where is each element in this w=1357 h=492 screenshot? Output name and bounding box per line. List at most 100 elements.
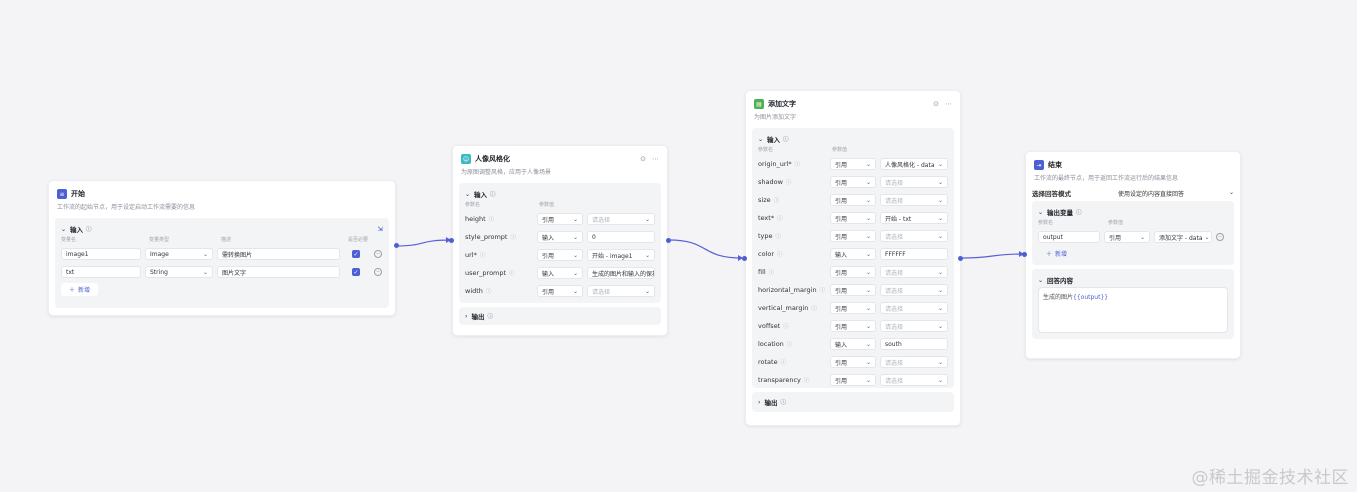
param-mode-select[interactable]: 引用 ⌄ bbox=[830, 194, 876, 206]
param-mode-select[interactable]: 引用 ⌄ bbox=[830, 320, 876, 332]
output-mode-select[interactable]: 引用 ⌄ bbox=[1104, 231, 1150, 243]
param-mode-select[interactable]: 输入 ⌄ bbox=[537, 267, 583, 279]
run-icon[interactable]: ⊙ bbox=[640, 155, 646, 163]
addtext-output-section[interactable]: › 输出 ⓘ bbox=[752, 392, 954, 412]
addtext-node[interactable]: ▤ 添加文字 ⊙ ⋯ 为图片添加文字 ⌄ 输入 ⓘ 参数名 参数值 origin_… bbox=[745, 90, 961, 426]
param-value-select[interactable]: 请选择 ⌄ bbox=[880, 302, 948, 314]
add-output-button[interactable]: ＋新增 bbox=[1038, 247, 1075, 260]
chevron-right-icon[interactable]: › bbox=[465, 313, 467, 320]
end-row: output 引用 ⌄ 添加文字 - data ⌄ − bbox=[1038, 228, 1228, 246]
chevron-down-icon[interactable]: ⌄ bbox=[61, 226, 66, 233]
required-checkbox[interactable]: ✓ bbox=[352, 268, 360, 276]
param-mode-select[interactable]: 引用 ⌄ bbox=[830, 302, 876, 314]
var-desc-input[interactable]: 图片文字 bbox=[217, 266, 340, 278]
param-mode-select[interactable]: 输入 ⌄ bbox=[830, 338, 876, 350]
param-mode-select[interactable]: 引用 ⌄ bbox=[830, 284, 876, 296]
addtext-colhead: 参数名 参数值 bbox=[758, 147, 848, 153]
var-type-select[interactable]: Image ⌄ bbox=[145, 248, 213, 260]
remove-icon[interactable]: − bbox=[374, 250, 382, 258]
var-type-select[interactable]: String ⌄ bbox=[145, 266, 213, 278]
param-mode-select[interactable]: 输入 ⌄ bbox=[537, 231, 583, 243]
chevron-down-icon[interactable]: ⌄ bbox=[1038, 277, 1043, 284]
param-value-select[interactable]: 请选择 ⌄ bbox=[880, 374, 948, 386]
run-icon[interactable]: ⊙ bbox=[933, 100, 939, 108]
var-desc-input[interactable]: 需转换图片 bbox=[217, 248, 340, 260]
param-mode-select[interactable]: 输入 ⌄ bbox=[830, 248, 876, 260]
param-value-select[interactable]: 请选择 ⌄ bbox=[880, 356, 948, 368]
output-value-select[interactable]: 添加文字 - data ⌄ bbox=[1154, 231, 1212, 243]
param-value-select[interactable]: 人像风格化 - data ⌄ bbox=[880, 158, 948, 170]
param-row: text* ⓘ 引用 ⌄ 开始 - txt ⌄ bbox=[758, 209, 948, 227]
info-icon: ⓘ bbox=[819, 288, 826, 294]
end-node[interactable]: ⇥ 结束 工作流的最终节点，用于返回工作流运行后的结果信息 选择回答模式 使用设… bbox=[1025, 151, 1241, 359]
addtext-in-port[interactable] bbox=[742, 256, 747, 261]
required-checkbox[interactable]: ✓ bbox=[352, 250, 360, 258]
var-name-input[interactable]: txt bbox=[61, 266, 141, 278]
param-value-select[interactable]: 请选择 ⌄ bbox=[880, 320, 948, 332]
answer-section: ⌄ 回答内容 生成的图片{{output}} bbox=[1032, 269, 1234, 339]
chevron-down-icon: ⌄ bbox=[937, 268, 943, 276]
param-value-select[interactable]: 生成的图片和输入的保持一致 bbox=[587, 267, 655, 279]
param-value-select[interactable]: 请选择 ⌄ bbox=[880, 176, 948, 188]
chevron-down-icon: ⌄ bbox=[865, 268, 871, 276]
param-mode-select[interactable]: 引用 ⌄ bbox=[537, 249, 583, 261]
param-value-select[interactable]: south bbox=[880, 338, 948, 350]
remove-icon[interactable]: − bbox=[1216, 233, 1224, 241]
chevron-right-icon[interactable]: › bbox=[758, 399, 760, 406]
start-row: image1 Image ⌄ 需转换图片 ✓ − bbox=[61, 245, 383, 263]
info-icon: ⓘ bbox=[490, 192, 496, 198]
chevron-down-icon: ⌄ bbox=[572, 269, 578, 277]
portrait-output-section[interactable]: › 输出 ⓘ bbox=[459, 307, 661, 325]
portrait-in-port[interactable] bbox=[449, 238, 454, 243]
more-icon[interactable]: ⋯ bbox=[652, 155, 659, 163]
param-name: height ⓘ bbox=[465, 215, 495, 223]
param-mode-select[interactable]: 引用 ⌄ bbox=[830, 266, 876, 278]
more-icon[interactable]: ⋯ bbox=[945, 100, 952, 108]
chevron-down-icon: ⌄ bbox=[572, 287, 578, 295]
param-value-select[interactable]: 请选择 ⌄ bbox=[880, 284, 948, 296]
import-icon[interactable]: ⇲ bbox=[378, 225, 383, 233]
end-in-port[interactable] bbox=[1022, 252, 1027, 257]
answer-textarea[interactable]: 生成的图片{{output}} bbox=[1038, 287, 1228, 333]
chevron-down-icon[interactable]: ⌄ bbox=[758, 136, 763, 143]
param-value-select[interactable]: FFFFFF bbox=[880, 248, 948, 260]
chevron-down-icon: ⌄ bbox=[572, 233, 578, 241]
param-mode-select[interactable]: 引用 ⌄ bbox=[830, 356, 876, 368]
addtext-out-port[interactable] bbox=[958, 256, 963, 261]
param-mode-select[interactable]: 引用 ⌄ bbox=[830, 212, 876, 224]
plus-icon: ＋ bbox=[1046, 251, 1053, 258]
start-node[interactable]: ≡ 开始 工作流的起始节点，用于设定启动工作流需要的信息 ⌄ 输入 ⓘ ⇲ 变量… bbox=[48, 180, 396, 316]
answer-mode-select[interactable]: 使用设定的内容直接回答 ⌄ bbox=[1118, 189, 1234, 198]
chevron-down-icon: ⌄ bbox=[865, 178, 871, 186]
end-icon: ⇥ bbox=[1034, 160, 1044, 170]
add-variable-button[interactable]: ＋新增 bbox=[61, 283, 99, 296]
param-value-select[interactable]: 请选择 ⌄ bbox=[880, 266, 948, 278]
param-name: type ⓘ bbox=[758, 232, 782, 240]
portrait-out-port[interactable] bbox=[666, 238, 671, 243]
chevron-down-icon[interactable]: ⌄ bbox=[1038, 209, 1043, 216]
param-value-select[interactable]: 0 bbox=[587, 231, 655, 243]
output-name-input[interactable]: output bbox=[1038, 231, 1100, 243]
info-icon: ⓘ bbox=[780, 360, 787, 366]
param-mode-select[interactable]: 引用 ⌄ bbox=[830, 230, 876, 242]
edge-portrait-addtext bbox=[668, 239, 743, 259]
chevron-down-icon: ⌄ bbox=[644, 251, 650, 259]
param-value-select[interactable]: 请选择 ⌄ bbox=[880, 194, 948, 206]
param-value-select[interactable]: 开始 - image1 ⌄ bbox=[587, 249, 655, 261]
param-value-select[interactable]: 请选择 ⌄ bbox=[587, 285, 655, 297]
param-mode-select[interactable]: 引用 ⌄ bbox=[830, 176, 876, 188]
remove-icon[interactable]: − bbox=[374, 268, 382, 276]
param-value-select[interactable]: 开始 - txt ⌄ bbox=[880, 212, 948, 224]
var-name-input[interactable]: image1 bbox=[61, 248, 141, 260]
portrait-node[interactable]: ☺ 人像风格化 ⊙ ⋯ 为原图调整风格，应用于人像场景 ⌄ 输入 ⓘ 参数名 参数… bbox=[452, 145, 668, 336]
param-mode-select[interactable]: 引用 ⌄ bbox=[537, 213, 583, 225]
addtext-input-section: ⌄ 输入 ⓘ 参数名 参数值 origin_url* ⓘ 引用 ⌄ 人像风格化 - da… bbox=[752, 128, 954, 388]
param-value-select[interactable]: 请选择 ⌄ bbox=[587, 213, 655, 225]
chevron-down-icon[interactable]: ⌄ bbox=[465, 191, 470, 198]
chevron-down-icon: ⌄ bbox=[937, 304, 943, 312]
param-mode-select[interactable]: 引用 ⌄ bbox=[830, 158, 876, 170]
param-mode-select[interactable]: 引用 ⌄ bbox=[537, 285, 583, 297]
start-out-port[interactable] bbox=[394, 243, 399, 248]
param-value-select[interactable]: 请选择 ⌄ bbox=[880, 230, 948, 242]
param-mode-select[interactable]: 引用 ⌄ bbox=[830, 374, 876, 386]
